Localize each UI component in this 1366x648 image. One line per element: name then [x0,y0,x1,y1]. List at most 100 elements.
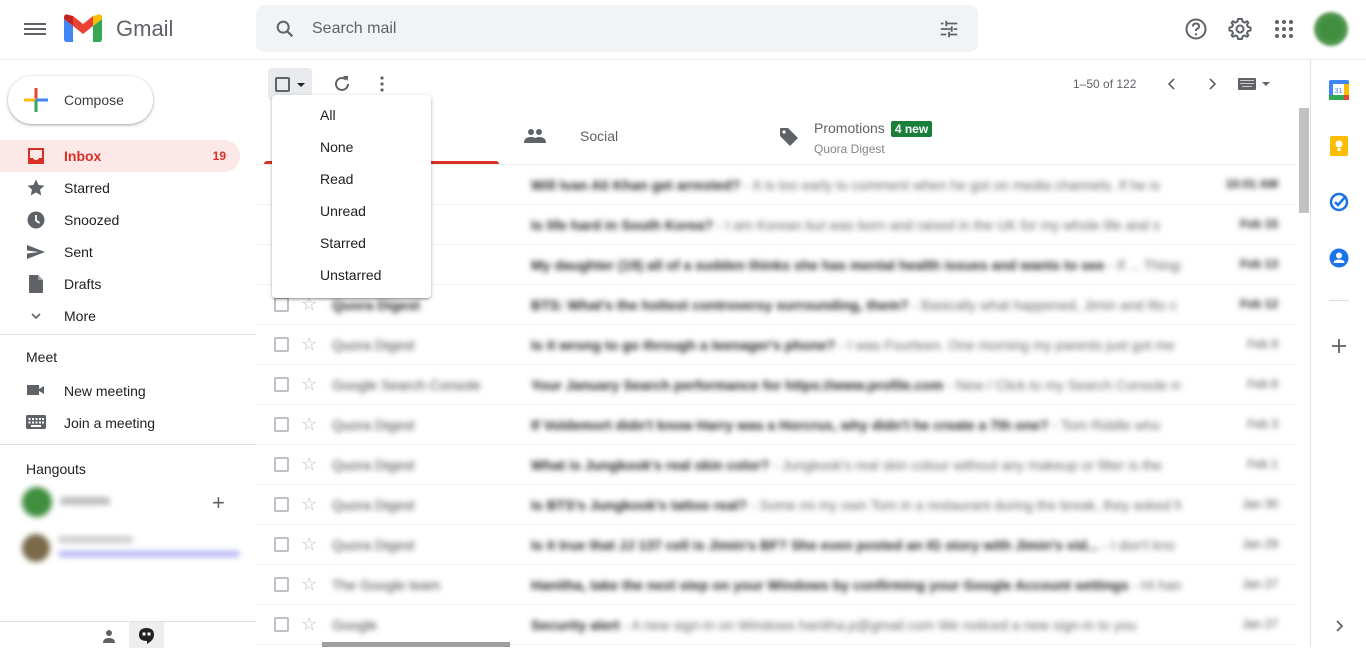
account-avatar[interactable] [1314,12,1348,46]
email-checkbox[interactable] [274,457,289,472]
email-row[interactable]: ☆ Quora Digest Is BTS's Jungkook's tattoo … [256,485,1294,525]
select-option-all[interactable]: All [272,99,431,131]
email-date: Feb 12 [1239,297,1278,311]
hangouts-contact-row[interactable] [20,530,240,564]
email-sender: Quora Digest [332,537,415,553]
keyboard-icon [1238,78,1256,90]
more-vertical-icon[interactable] [372,74,392,94]
select-option-none[interactable]: None [272,131,431,163]
email-sender: Quora Digest [332,337,415,353]
email-subject: BTS: What's the hottest controversy surr… [531,297,909,313]
chevron-down-icon [31,313,41,320]
email-checkbox[interactable] [274,337,289,352]
sidebar-item-drafts[interactable]: Drafts [0,268,240,300]
apps-grid-icon[interactable] [1272,17,1296,41]
email-date: Feb 13 [1239,257,1278,271]
tasks-icon[interactable] [1329,192,1349,212]
email-checkbox[interactable] [274,617,289,632]
gmail-logo-icon[interactable] [64,14,102,42]
new-conversation-plus-icon[interactable]: + [212,490,225,516]
inbox-icon [28,148,44,164]
email-row[interactable]: ☆ Quora Digest If Voldemort didn't know Ha… [256,405,1294,445]
star-toggle-icon[interactable]: ☆ [301,614,317,635]
next-page-icon[interactable] [1202,74,1222,94]
keep-icon[interactable] [1329,136,1349,156]
email-checkbox[interactable] [274,577,289,592]
email-date: Feb 1 [1247,457,1278,471]
help-icon[interactable] [1184,17,1208,41]
search-icon[interactable] [274,18,296,40]
star-toggle-icon[interactable]: ☆ [301,374,317,395]
email-snippet: - If ... Things [1108,257,1181,273]
email-subject: What is Jungkook's real skin color? [531,457,770,473]
contacts-person-icon[interactable] [101,628,117,644]
sidebar-item-label: Snoozed [64,212,120,228]
get-addons-plus-icon[interactable] [1329,336,1349,356]
join-meeting-button[interactable]: Join a meeting [0,406,240,438]
star-toggle-icon[interactable]: ☆ [301,494,317,515]
select-all-checkbox[interactable] [275,77,290,92]
calendar-icon[interactable]: 31 [1329,80,1349,100]
email-content: If Voldemort didn't know Harry was a Hor… [531,417,1181,433]
sidebar-item-sent[interactable]: Sent [0,236,240,268]
star-toggle-icon[interactable]: ☆ [301,574,317,595]
select-option-unstarred[interactable]: Unstarred [272,259,431,291]
draft-icon [29,275,43,293]
email-row[interactable]: ☆ The Google team Hanitha, take the next s… [256,565,1294,605]
select-options-menu: All None Read Unread Starred Unstarred [272,95,431,298]
search-input[interactable] [312,5,912,52]
compose-button[interactable]: Compose [8,76,153,124]
email-checkbox[interactable] [274,537,289,552]
star-toggle-icon[interactable]: ☆ [301,534,317,555]
hangouts-contact-name [58,536,133,543]
settings-gear-icon[interactable] [1228,17,1252,41]
hangouts-self-avatar [22,487,52,517]
email-row[interactable]: ☆ Google Security alert - A new sign-in on… [256,605,1294,645]
sidebar-item-inbox[interactable]: Inbox 19 [0,140,240,172]
horizontal-scrollbar[interactable] [322,642,510,647]
hangouts-section-title: Hangouts [26,461,86,477]
email-checkbox[interactable] [274,377,289,392]
input-tools-button[interactable] [1238,74,1278,94]
expand-panel-chevron-icon[interactable] [1329,616,1349,636]
star-icon [27,179,45,196]
sidebar-item-more[interactable]: More [0,300,240,332]
vertical-scrollbar[interactable] [1299,108,1309,213]
star-toggle-icon[interactable]: ☆ [301,414,317,435]
email-row[interactable]: ☆ Google Search Console Your January Searc… [256,365,1294,405]
email-row[interactable]: ☆ Quora Digest What is Jungkook's real ski… [256,445,1294,485]
email-checkbox[interactable] [274,497,289,512]
email-snippet: - Hi hanitha [1132,577,1181,593]
refresh-icon[interactable] [332,74,352,94]
select-option-read[interactable]: Read [272,163,431,195]
email-content: What is Jungkook's real skin color? - Ju… [531,457,1181,473]
compose-plus-icon [24,88,48,112]
sidebar-item-snoozed[interactable]: Snoozed [0,204,240,236]
sidebar-item-label: Sent [64,244,93,260]
tab-social[interactable]: Social [506,108,761,164]
hangouts-self-row[interactable] [20,483,240,517]
select-option-unread[interactable]: Unread [272,195,431,227]
star-toggle-icon[interactable]: ☆ [301,334,317,355]
email-checkbox[interactable] [274,417,289,432]
select-option-starred[interactable]: Starred [272,227,431,259]
tab-label: Social [580,128,619,144]
email-content: Will Ivan Ali Khan get arrested? - It is… [531,177,1181,193]
prev-page-icon[interactable] [1162,74,1182,94]
email-row[interactable]: ☆ Quora Digest Is it true that JJ 137 cell… [256,525,1294,565]
clock-icon [27,211,45,229]
tab-promotions[interactable]: Promotions 4 new Quora Digest [761,108,1016,164]
sidebar-item-starred[interactable]: Starred [0,172,240,204]
hangouts-footer [0,621,256,648]
email-checkbox[interactable] [274,297,289,312]
search-options-icon[interactable] [938,18,960,40]
sidebar-item-label: More [64,308,96,324]
email-content: Is life hard in South Korea? - I am Kore… [531,217,1181,233]
new-meeting-button[interactable]: New meeting [0,374,240,406]
join-meeting-label: Join a meeting [64,415,156,431]
main-menu-button[interactable] [24,20,46,38]
email-row[interactable]: ☆ Quora Digest Is it wrong to go through a… [256,325,1294,365]
contacts-icon[interactable] [1329,248,1349,268]
hangouts-tab[interactable] [129,622,164,648]
star-toggle-icon[interactable]: ☆ [301,454,317,475]
